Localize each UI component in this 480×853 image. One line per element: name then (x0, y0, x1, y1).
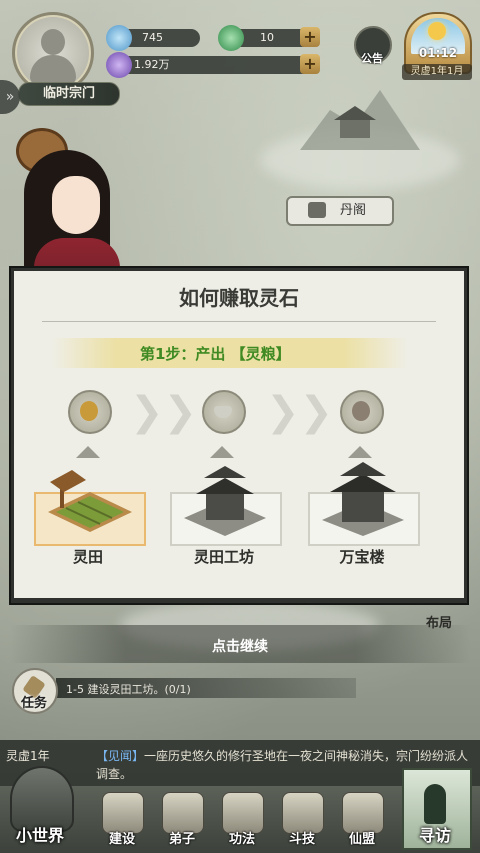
avatar-body-icon (30, 55, 76, 85)
nav-alliance[interactable]: 仙盟 (334, 788, 390, 850)
clock-time: 01:12 (418, 46, 458, 60)
dialog-title: 如何赚取灵石 (179, 286, 299, 310)
blue-crystal-icon (106, 25, 132, 51)
add-jade-button[interactable]: + (300, 27, 320, 47)
title-divider (42, 321, 436, 322)
grain-leaf-icon (80, 401, 98, 421)
treasure-tower-icon (322, 462, 404, 536)
building-label-workshop: 灵田工坊 (193, 548, 254, 566)
avatar-head-icon (41, 29, 65, 55)
workshop-pagoda-icon (184, 466, 266, 536)
nav-disciples-label: 弟子 (168, 832, 195, 847)
continue-label[interactable]: 点击继续 (10, 636, 470, 656)
purple-crystal-icon (106, 52, 132, 78)
spirit-field-icon (48, 470, 132, 532)
mountain-hall-icon (300, 90, 420, 150)
nav-build[interactable]: 建设 (94, 788, 150, 850)
nav-combat[interactable]: 斗技 (274, 788, 330, 850)
bowl-icon (202, 390, 246, 434)
news-tag: 【见闻】 (96, 749, 145, 763)
nav-visit-label: 寻访 (418, 826, 451, 845)
nav-alliance-label: 仙盟 (348, 832, 375, 847)
purple-crystal-value: 1.92万 (134, 58, 170, 71)
grain-icon (68, 390, 112, 434)
layout-label[interactable]: 布局 (426, 612, 452, 631)
sun-icon (428, 22, 446, 40)
alchemy-cauldron-icon (308, 202, 326, 218)
sect-name-label[interactable]: 临时宗门 (18, 82, 120, 106)
traveler-icon (424, 784, 446, 824)
flow-arrow-icon: ❯❯ (266, 389, 334, 435)
nav-techniques-label: 功法 (228, 832, 255, 847)
character-face (52, 176, 100, 234)
nav-small-world[interactable]: 小世界 (0, 756, 80, 853)
task-label[interactable]: 任务 (13, 692, 55, 711)
nav-small-world-label: 小世界 (15, 826, 64, 845)
chevron-up-icon (76, 446, 100, 458)
notice-label[interactable]: 公告 (350, 50, 394, 66)
spirit-stone-value: 745 (142, 31, 163, 44)
bowl-shape-icon (214, 406, 232, 418)
nav-techniques[interactable]: 功法 (214, 788, 270, 850)
building-tag-danfang[interactable]: 丹阁 (286, 196, 394, 226)
task-text[interactable]: 1-5 建设灵田工坊。(0/1) (66, 681, 191, 697)
chevron-up-icon (210, 446, 234, 458)
add-purple-crystal-button[interactable]: + (300, 54, 320, 74)
nav-combat-label: 斗技 (288, 832, 315, 847)
stone-shape-icon (352, 401, 370, 421)
stone-icon (340, 390, 384, 434)
nav-visit[interactable]: 寻访 (398, 768, 472, 853)
nav-disciples[interactable]: 弟子 (154, 788, 210, 850)
flow-arrow-icon: ❯❯ (130, 389, 198, 435)
jade-value: 10 (260, 31, 274, 44)
step-text: 第1步：产出 【灵粮】 (140, 345, 291, 363)
purple-crystal-counter: 1.92万 + (106, 52, 320, 78)
nav-build-label: 建设 (108, 832, 135, 847)
spirit-stone-counter: 745 (106, 25, 200, 51)
clock-date: 灵虚1年1月 (402, 64, 472, 80)
building-label-lingtian: 灵田 (72, 548, 103, 566)
jade-counter: 10 + (218, 25, 320, 51)
building-tag-label: 丹阁 (340, 203, 367, 218)
building-label-wanbaolou: 万宝楼 (339, 548, 385, 566)
green-jade-icon (218, 25, 244, 51)
chevron-up-icon (348, 446, 372, 458)
